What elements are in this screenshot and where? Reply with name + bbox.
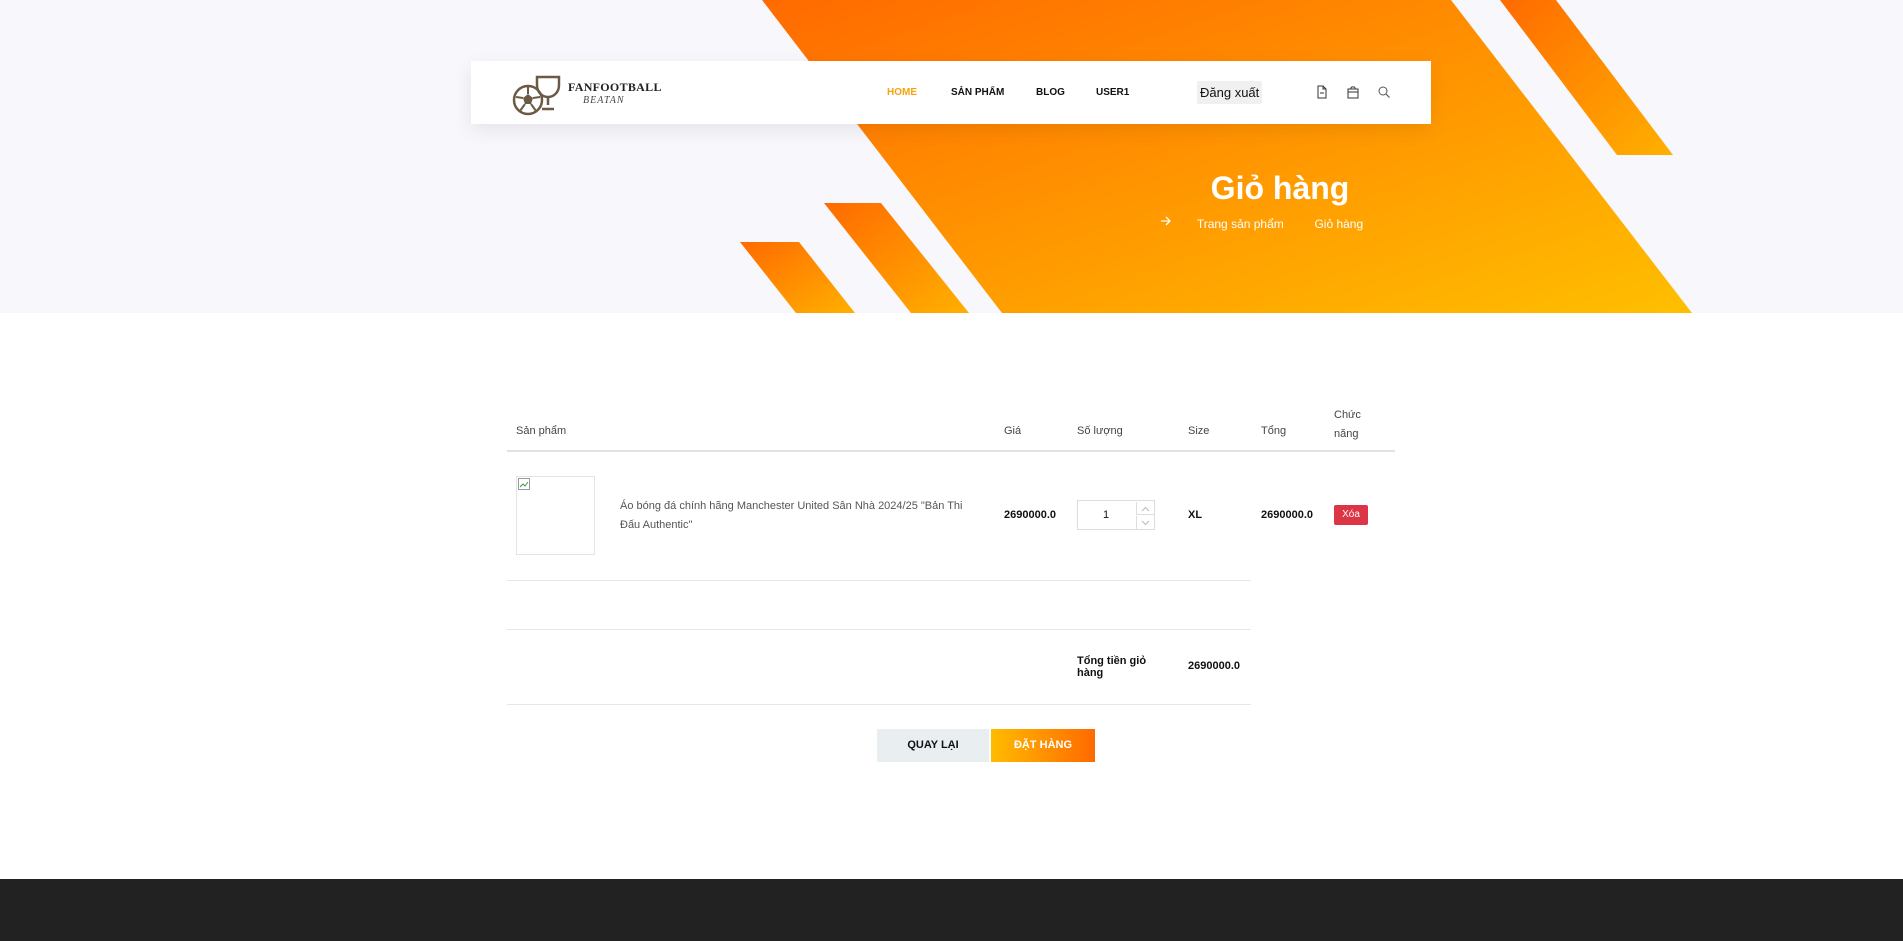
row-divider: [507, 580, 1251, 581]
product-thumbnail[interactable]: [516, 476, 595, 555]
product-size: XL: [1188, 509, 1203, 521]
quantity-increase-button[interactable]: [1136, 502, 1154, 515]
cart-total-value: 2690000.0: [1188, 660, 1240, 672]
delete-button[interactable]: Xóa: [1334, 505, 1368, 525]
nav-home[interactable]: HOME: [887, 87, 917, 98]
column-header-size: Size: [1188, 425, 1210, 437]
column-header-quantity: Số lượng: [1077, 425, 1123, 437]
quantity-decrease-button[interactable]: [1136, 516, 1154, 529]
row-divider: [507, 629, 1251, 630]
site-logo[interactable]: FANFOOTBALL BEATAN: [511, 73, 661, 117]
search-icon[interactable]: [1377, 85, 1391, 99]
breadcrumb: Trang sản phẩm Giỏ hàng: [1160, 216, 1400, 231]
chevron-down-icon: [1141, 520, 1150, 526]
shopping-bag-icon[interactable]: [1346, 85, 1360, 99]
table-header-divider: [507, 450, 1395, 452]
logout-button[interactable]: Đăng xuất: [1197, 81, 1263, 104]
summary-divider: [507, 704, 1251, 705]
chevron-up-icon: [1141, 506, 1150, 512]
cart-total-label: Tổng tiền giỏ hàng: [1077, 655, 1147, 679]
broken-image-icon: [518, 478, 530, 490]
page-title: Giỏ hàng: [1210, 170, 1350, 206]
back-button[interactable]: QUAY LẠI: [877, 729, 989, 762]
hero-banner: Giỏ hàng Trang sản phẩm Giỏ hàng: [0, 0, 1903, 313]
site-header: FANFOOTBALL BEATAN HOME SẢN PHẨM BLOG US…: [471, 61, 1431, 124]
place-order-button[interactable]: ĐẶT HÀNG: [991, 729, 1095, 762]
trophy-ball-logo-icon: [512, 75, 561, 116]
product-total: 2690000.0: [1261, 509, 1313, 521]
product-name[interactable]: Áo bóng đá chính hãng Manchester United …: [620, 497, 975, 535]
column-header-action: Chức năng: [1334, 409, 1361, 440]
logo-text: FANFOOTBALL: [568, 80, 662, 94]
quantity-stepper[interactable]: 1: [1077, 500, 1155, 530]
arrow-right-icon: [1161, 216, 1305, 229]
breadcrumb-current: Giỏ hàng: [1314, 216, 1364, 231]
breadcrumb-parent-link[interactable]: Trang sản phẩm: [1197, 217, 1284, 231]
nav-user[interactable]: USER1: [1096, 87, 1129, 98]
column-header-total: Tổng: [1261, 425, 1287, 437]
product-price: 2690000.0: [1004, 509, 1056, 521]
nav-products[interactable]: SẢN PHẨM: [951, 87, 1004, 98]
quantity-input[interactable]: 1: [1078, 501, 1134, 529]
document-icon[interactable]: [1315, 85, 1329, 99]
nav-blog[interactable]: BLOG: [1036, 87, 1065, 98]
logo-subtext: BEATAN: [583, 95, 625, 106]
column-header-price: Giá: [1004, 425, 1022, 437]
column-header-product: Sản phẩm: [516, 425, 567, 437]
hero-background-shapes: [740, 0, 1692, 313]
site-footer: [0, 879, 1903, 941]
